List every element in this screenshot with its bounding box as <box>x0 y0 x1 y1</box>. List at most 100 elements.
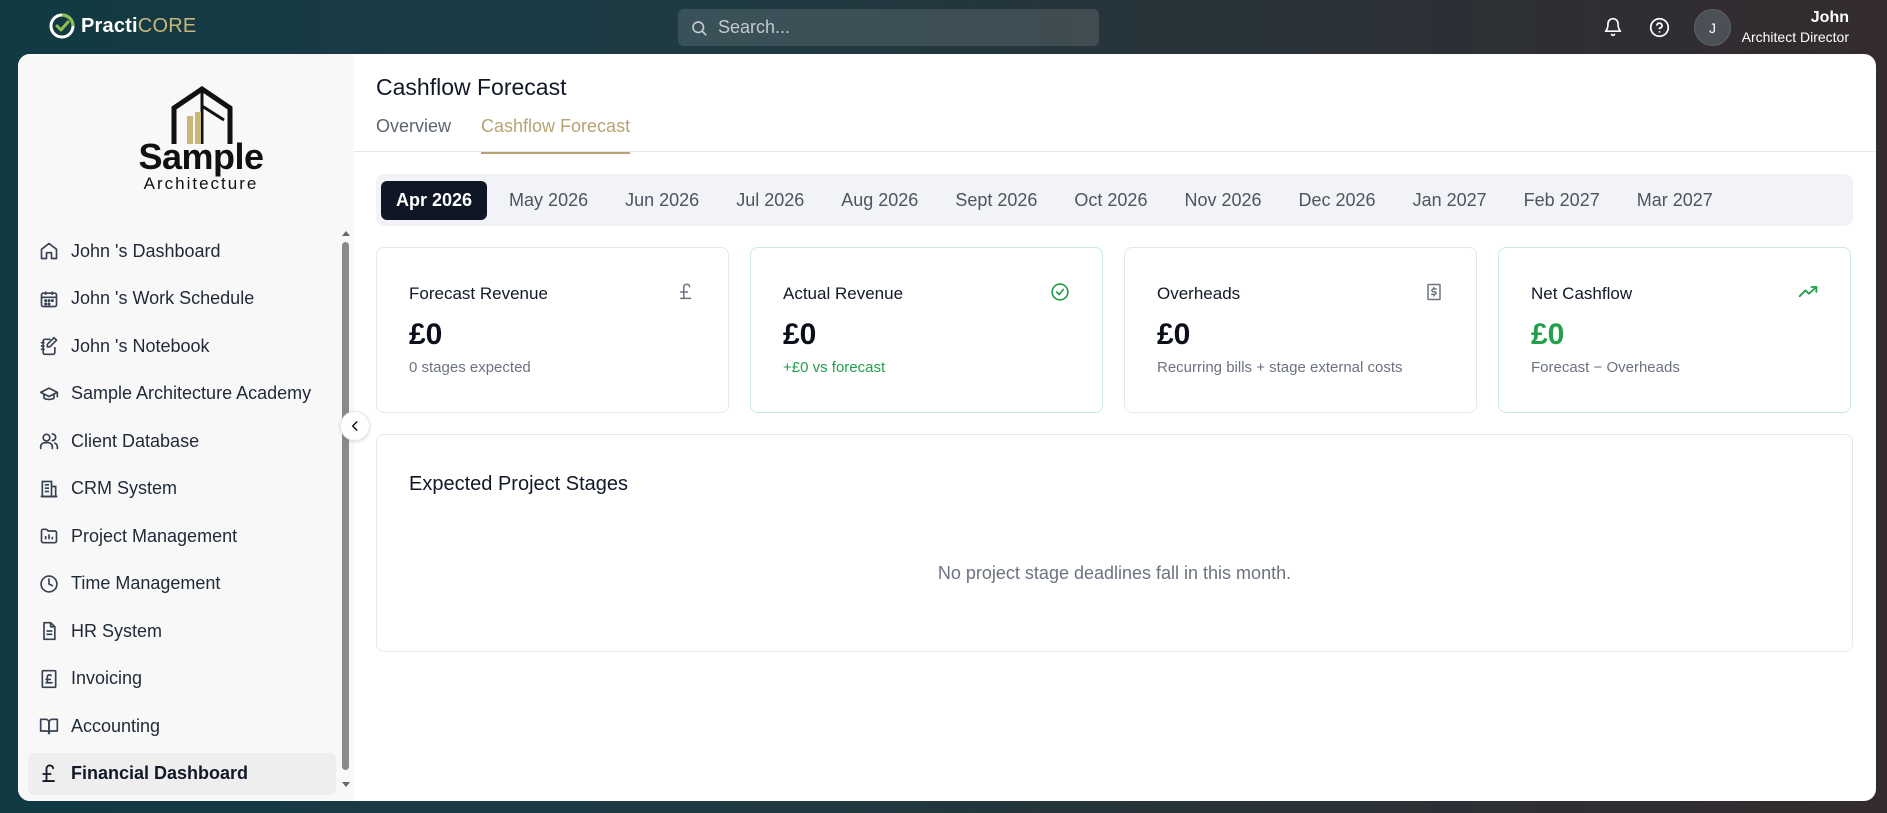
sidebar-item-work-schedule[interactable]: John 's Work Schedule <box>28 278 336 320</box>
app-logo[interactable]: PractiCORE <box>48 12 196 40</box>
company-name: Sample <box>138 136 264 177</box>
pound-icon <box>676 282 696 302</box>
card-subtext: +£0 vs forecast <box>783 359 886 376</box>
card-value: £0 <box>783 318 817 351</box>
card-title: Overheads <box>1157 284 1241 303</box>
user-role: Architect Director <box>1741 29 1849 45</box>
scroll-down-icon[interactable] <box>342 782 350 788</box>
tab-cashflow-forecast[interactable]: Cashflow Forecast <box>481 116 631 154</box>
sidebar-item-label: John 's Notebook <box>71 335 210 356</box>
card-title: Forecast Revenue <box>409 284 548 303</box>
company-logo: Sample Architecture <box>121 86 281 194</box>
month-tab-sept-2026[interactable]: Sept 2026 <box>940 181 1052 220</box>
scroll-thumb[interactable] <box>342 242 349 770</box>
notifications-button[interactable] <box>1601 15 1625 39</box>
month-tab-aug-2026[interactable]: Aug 2026 <box>826 181 933 220</box>
card-subtext: Recurring bills + stage external costs <box>1157 359 1403 376</box>
book-icon <box>39 716 59 736</box>
sidebar-item-accounting[interactable]: Accounting <box>28 705 336 747</box>
top-bar: PractiCORE J John Architect Director <box>0 0 1887 54</box>
check-circle-icon <box>1050 282 1070 302</box>
forecast-revenue-card: Forecast Revenue £0 0 stages expected <box>376 247 729 413</box>
sidebar-item-label: Project Management <box>71 525 238 546</box>
clock-icon <box>39 574 59 594</box>
sidebar-scrollbar[interactable] <box>341 230 350 790</box>
sidebar-item-label: Financial Dashboard <box>71 763 249 783</box>
calendar-icon <box>39 289 59 309</box>
users-icon <box>39 431 59 451</box>
card-value: £0 <box>409 318 443 351</box>
help-button[interactable] <box>1647 15 1671 39</box>
sidebar-item-label: John 's Work Schedule <box>71 288 255 308</box>
search-bar[interactable] <box>678 9 1099 46</box>
card-subtext: 0 stages expected <box>409 359 531 376</box>
sidebar-item-notebook[interactable]: John 's Notebook <box>28 325 336 367</box>
month-tab-dec-2026[interactable]: Dec 2026 <box>1284 181 1391 220</box>
sidebar-item-label: Sample Architecture Academy <box>71 383 312 403</box>
user-info[interactable]: John Architect Director <box>1742 9 1849 45</box>
app-shell: Sample Architecture John 's Dashboard Jo… <box>18 54 1876 801</box>
user-avatar[interactable]: J <box>1694 9 1731 46</box>
sidebar-item-label: CRM System <box>71 478 178 498</box>
card-value: £0 <box>1157 318 1191 351</box>
sidebar-item-dashboard[interactable]: John 's Dashboard <box>28 230 336 272</box>
pound-icon <box>39 764 59 784</box>
month-tab-may-2026[interactable]: May 2026 <box>494 181 603 220</box>
sidebar-item-label: John 's Dashboard <box>71 240 221 261</box>
month-selector: Apr 2026 May 2026 Jun 2026 Jul 2026 Aug … <box>376 174 1853 226</box>
building-icon <box>39 479 59 499</box>
sidebar-nav: John 's Dashboard John 's Work Schedule … <box>28 230 336 800</box>
month-tab-apr-2026[interactable]: Apr 2026 <box>381 180 488 220</box>
expected-project-stages-panel: Expected Project Stages No project stage… <box>376 434 1853 652</box>
sidebar-item-crm[interactable]: CRM System <box>28 468 336 510</box>
folder-chart-icon <box>39 526 59 546</box>
month-tab-jul-2026[interactable]: Jul 2026 <box>721 181 819 220</box>
month-tab-oct-2026[interactable]: Oct 2026 <box>1059 181 1162 220</box>
page-title: Cashflow Forecast <box>376 74 567 100</box>
card-title: Actual Revenue <box>783 284 904 303</box>
month-tab-feb-2027[interactable]: Feb 2027 <box>1509 181 1615 220</box>
practicore-logo-icon <box>49 13 75 39</box>
help-circle-icon <box>1649 17 1669 37</box>
sidebar-item-time-management[interactable]: Time Management <box>28 563 336 605</box>
card-subtext: Forecast − Overheads <box>1531 359 1680 376</box>
app-name: PractiCORE <box>81 14 197 37</box>
graduation-cap-icon <box>39 384 59 404</box>
overheads-card: Overheads £0 Recurring bills + stage ext… <box>1124 247 1477 413</box>
sidebar-item-label: HR System <box>71 620 163 641</box>
tab-overview[interactable]: Overview <box>376 116 451 154</box>
sidebar-item-invoicing[interactable]: Invoicing <box>28 658 336 700</box>
home-icon <box>39 241 59 261</box>
actual-revenue-card: Actual Revenue £0 +£0 vs forecast <box>750 247 1103 413</box>
collapse-sidebar-button[interactable] <box>340 411 370 441</box>
document-icon <box>39 621 59 641</box>
empty-state-message: No project stage deadlines fall in this … <box>937 563 1292 583</box>
card-value: £0 <box>1531 318 1565 351</box>
user-name: John <box>1810 9 1849 26</box>
sidebar-item-academy[interactable]: Sample Architecture Academy <box>28 373 336 415</box>
bell-icon <box>1604 17 1622 37</box>
summary-cards: Forecast Revenue £0 0 stages expected Ac… <box>376 247 1851 413</box>
search-input[interactable] <box>718 17 1078 38</box>
notebook-icon <box>39 336 59 356</box>
month-tab-jan-2027[interactable]: Jan 2027 <box>1398 181 1502 220</box>
sidebar-item-hr-system[interactable]: HR System <box>28 610 336 652</box>
chevron-left-icon <box>351 421 358 431</box>
tab-bar: Overview Cashflow Forecast <box>376 116 631 154</box>
month-tab-mar-2027[interactable]: Mar 2027 <box>1622 181 1728 220</box>
sidebar-item-project-management[interactable]: Project Management <box>28 515 336 557</box>
sidebar-item-financial-dashboard[interactable]: Financial Dashboard <box>28 752 336 795</box>
sidebar-item-label: Client Database <box>71 430 200 451</box>
net-cashflow-card: Net Cashflow £0 Forecast − Overheads <box>1498 247 1851 413</box>
company-subtitle: Architecture <box>143 174 259 193</box>
sidebar-item-label: Accounting <box>71 715 161 736</box>
month-tab-nov-2026[interactable]: Nov 2026 <box>1169 181 1276 220</box>
scroll-up-icon[interactable] <box>342 230 350 236</box>
header-divider <box>354 151 1876 152</box>
pound-receipt-icon <box>39 669 59 689</box>
dollar-receipt-icon <box>1424 282 1444 302</box>
search-icon <box>692 20 707 36</box>
sidebar-item-client-database[interactable]: Client Database <box>28 420 336 462</box>
month-tab-jun-2026[interactable]: Jun 2026 <box>610 181 714 220</box>
trending-up-icon <box>1798 282 1818 302</box>
